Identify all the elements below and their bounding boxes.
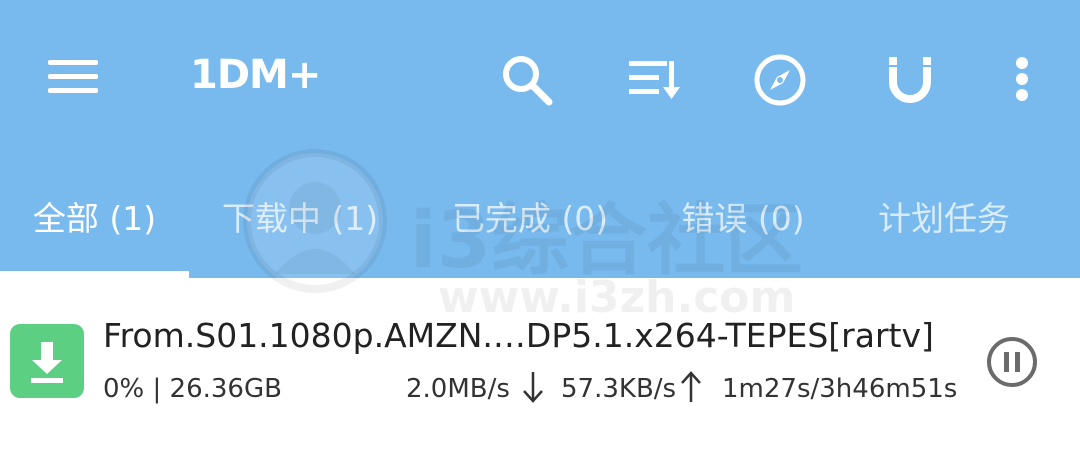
tab-downloading[interactable]: 下载中 (1) [205, 180, 395, 252]
time-remaining: 1m27s/3h46m51s [722, 374, 958, 404]
progress-size: 0% | 26.36GB [103, 374, 282, 404]
tab-scheduled[interactable]: 计划任务 [856, 180, 1032, 252]
file-name: From.S01.1080p.AMZN.…DP5.1.x264-TEPES[ra… [103, 316, 934, 355]
down-arrow-icon [522, 370, 544, 411]
sort-icon[interactable] [626, 56, 684, 104]
tab-indicator [0, 271, 189, 278]
tab-bar: 全部 (1) 下载中 (1) 已完成 (0) 错误 (0) 计划任务 [0, 180, 1080, 278]
download-row[interactable]: From.S01.1080p.AMZN.…DP5.1.x264-TEPES[ra… [0, 290, 1080, 450]
menu-icon[interactable] [44, 54, 102, 100]
download-speed: 2.0MB/s [406, 374, 510, 404]
browser-icon[interactable] [752, 52, 808, 108]
search-icon[interactable] [498, 52, 556, 108]
magnet-icon[interactable] [884, 52, 936, 108]
up-arrow-icon [680, 370, 702, 411]
upload-speed: 57.3KB/s [561, 374, 677, 404]
more-icon[interactable] [1004, 54, 1040, 104]
app-bar: 1DM+ 全部 (1) 下载中 (1) 已完成 (0) 错误 (0) 计划任务 [0, 0, 1080, 278]
pause-icon[interactable] [986, 336, 1038, 388]
download-file-icon [10, 324, 84, 398]
tab-completed[interactable]: 已完成 (0) [433, 180, 627, 252]
app-title: 1DM+ [190, 52, 321, 98]
tab-errors[interactable]: 错误 (0) [662, 180, 824, 252]
tab-all[interactable]: 全部 (1) [0, 180, 189, 252]
